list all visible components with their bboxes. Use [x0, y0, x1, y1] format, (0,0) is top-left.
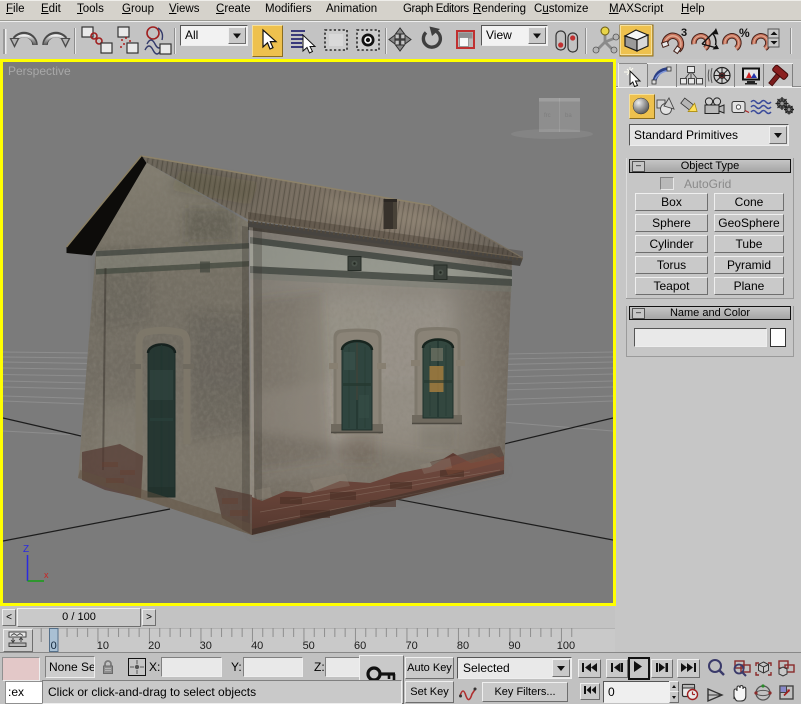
svg-text:0: 0: [51, 640, 57, 652]
svg-text:frc: frc: [544, 113, 551, 119]
svg-text:10: 10: [97, 640, 109, 652]
svg-text:20: 20: [148, 640, 160, 652]
svg-text:%: %: [739, 26, 750, 40]
svg-text:3: 3: [681, 27, 687, 39]
svg-text:100: 100: [557, 640, 575, 652]
svg-text:30: 30: [200, 640, 212, 652]
svg-text:ba: ba: [565, 113, 572, 119]
svg-text:Z: Z: [23, 544, 29, 555]
svg-text:x: x: [44, 570, 49, 580]
